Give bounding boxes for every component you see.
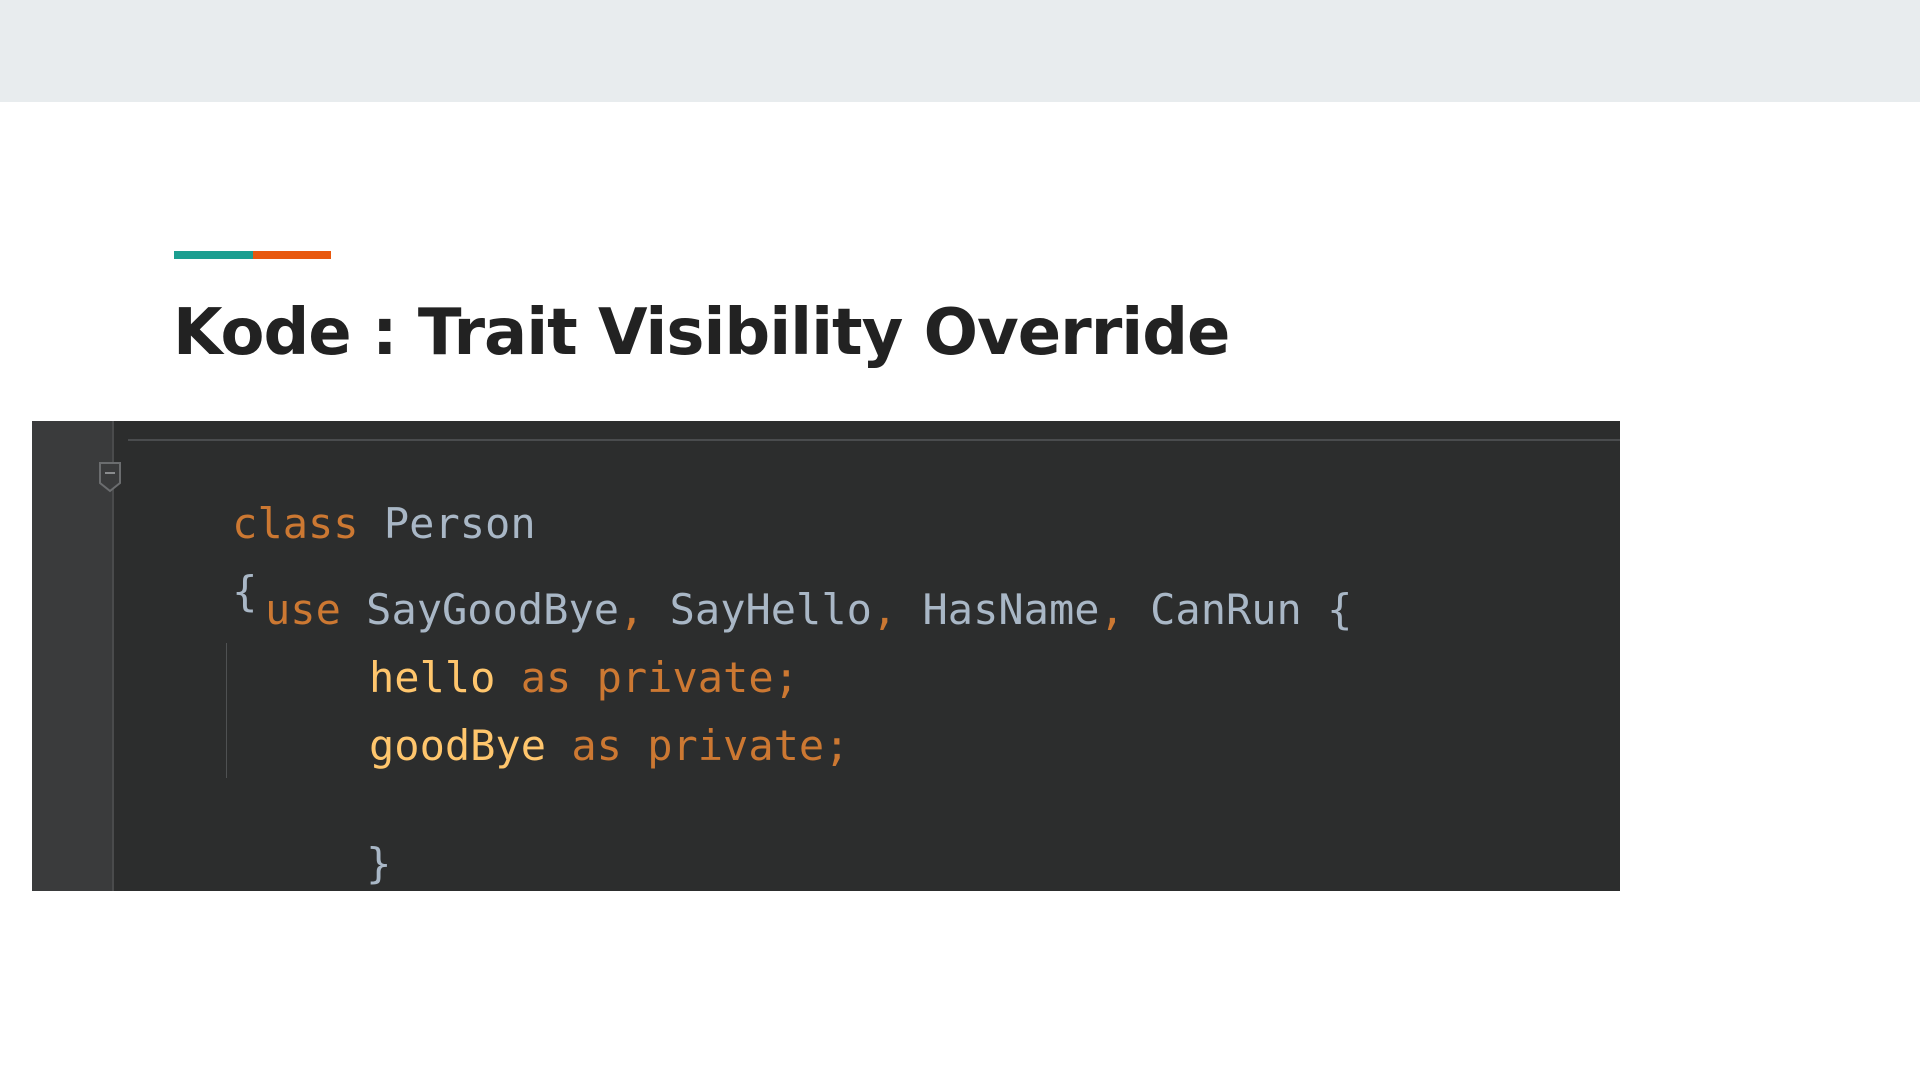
fold-collapse-icon[interactable] [98,461,122,493]
open-brace: { [232,567,258,616]
keyword-private: private [647,721,825,770]
use-close-brace: } [366,839,392,888]
slide-title: Kode : Trait Visibility Override [173,296,1230,370]
keyword-use: use [265,585,341,634]
trait-hasname: HasName [922,585,1100,634]
title-accent-teal [174,251,253,259]
title-accent-orange [253,251,331,259]
keyword-as: as [571,721,622,770]
code-line-4: hello as private; [369,653,799,703]
method-goodbye: goodBye [369,721,547,770]
semicolon: ; [773,653,799,702]
separator: , [619,585,645,634]
editor-top-rule [128,439,1620,441]
method-hello: hello [369,653,496,702]
code-editor: class Person { use SayGoodBye, SayHello,… [32,421,1620,891]
keyword-private: private [596,653,774,702]
top-bar [0,0,1920,102]
keyword-as: as [520,653,572,702]
code-line-2: { [131,517,257,667]
separator: , [871,585,898,634]
trait-sayhello: SayHello [669,585,872,634]
code-line-3: use SayGoodBye, SayHello, HasName, CanRu… [265,585,1352,635]
code-line-5: goodBye as private; [369,721,850,771]
separator: , [1099,585,1125,634]
class-name: Person [383,499,536,548]
trait-saygoodbye: SayGoodBye [366,585,620,634]
use-open-brace: { [1327,585,1353,634]
semicolon: ; [824,721,850,770]
code-line-6: } [265,789,391,891]
trait-canrun: CanRun [1150,585,1302,634]
